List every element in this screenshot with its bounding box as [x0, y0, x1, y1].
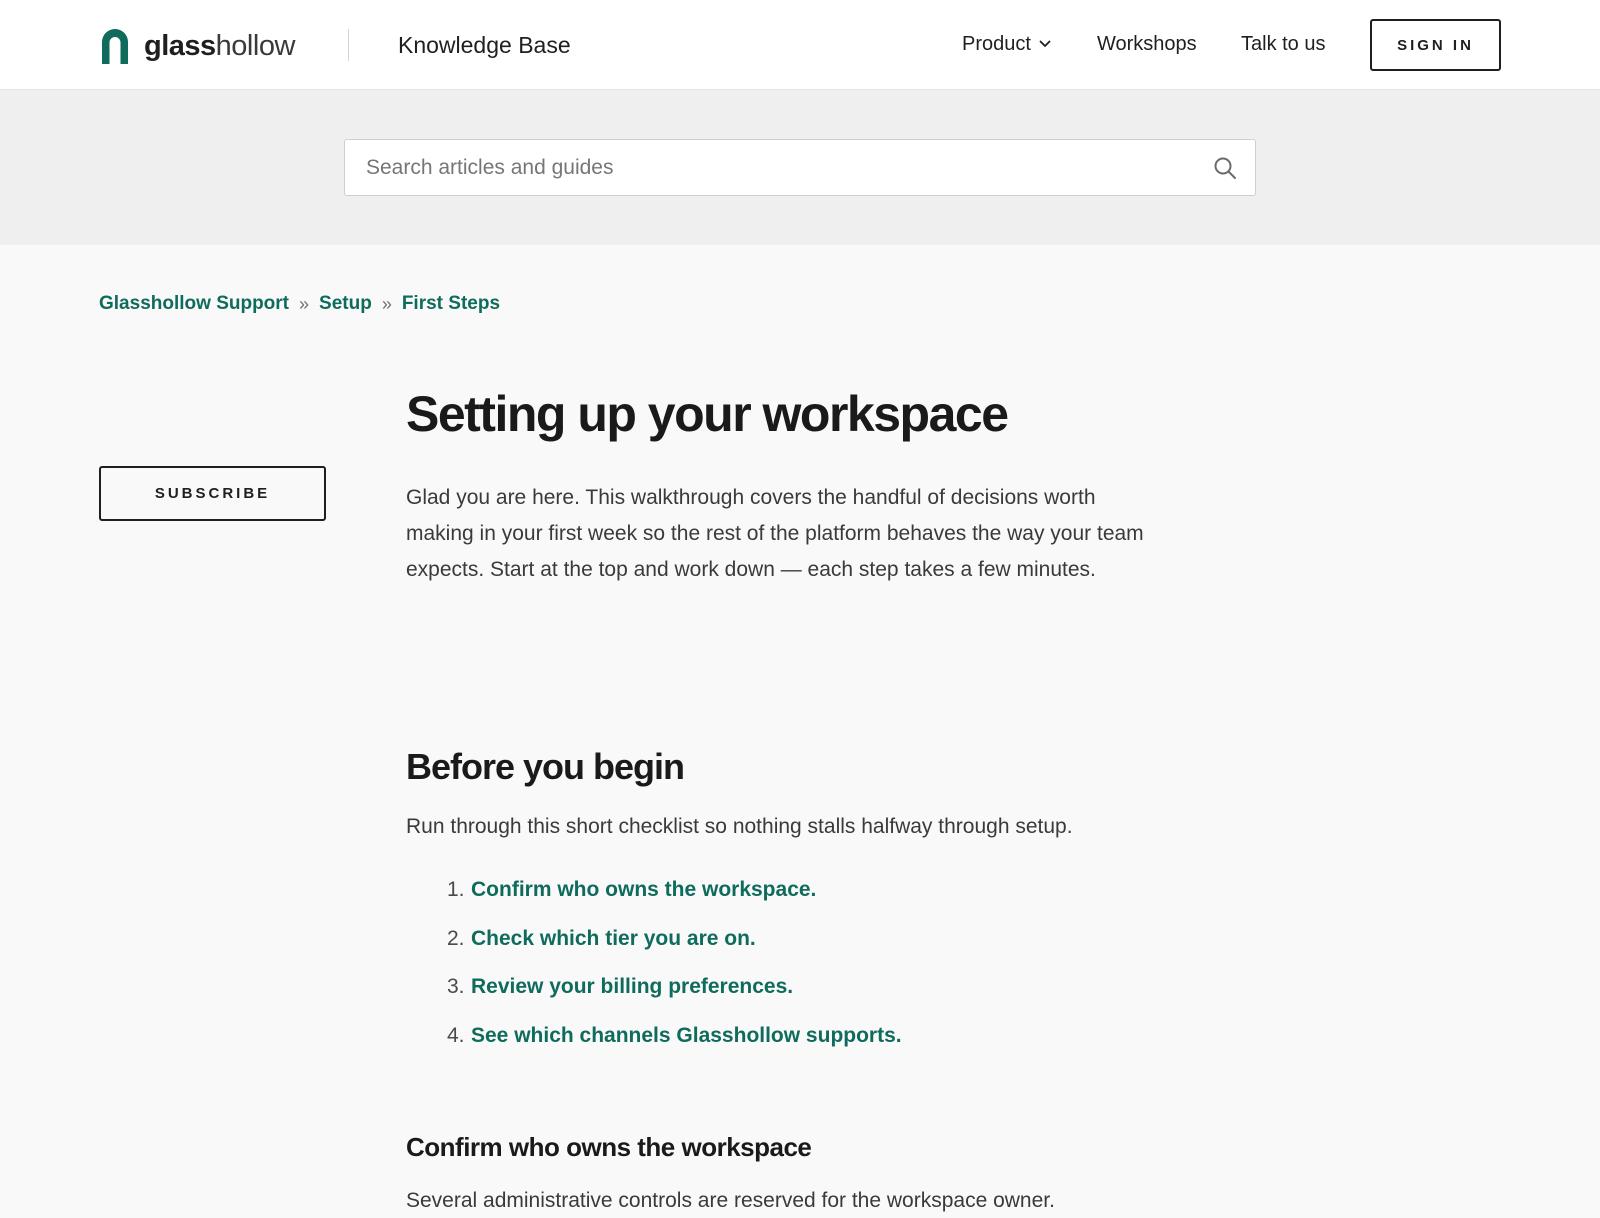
logo-wordmark-light: hollow: [215, 30, 296, 62]
checklist-link-channels[interactable]: See which channels Glasshollow supports.: [471, 1021, 902, 1051]
breadcrumb-glasshollow-support[interactable]: Glasshollow Support: [99, 291, 289, 317]
search-icon[interactable]: [1213, 156, 1237, 180]
section-heading-before-you-begin: Before you begin: [406, 746, 685, 787]
glasshollow-logo[interactable]: glasshollow: [100, 28, 295, 64]
subsection-heading-confirm-owner: Confirm who owns the workspace: [406, 1132, 812, 1162]
checklist-number: 2.: [447, 926, 465, 950]
checklist-item: 4. See which channels Glasshollow suppor…: [406, 1021, 902, 1070]
nav-product-label: Product: [962, 33, 1031, 55]
breadcrumb-separator: »: [299, 294, 310, 314]
checklist-number: 3.: [447, 975, 465, 998]
article-title: Setting up your workspace: [406, 386, 1009, 442]
subscribe-button[interactable]: SUBSCRIBE: [99, 466, 326, 521]
breadcrumb-first-steps[interactable]: First Steps: [402, 291, 500, 317]
nav-workshops-link[interactable]: Workshops: [1097, 29, 1197, 59]
checklist-link-check-tier[interactable]: Check which tier you are on.: [471, 924, 756, 954]
nav-talk-to-us-link[interactable]: Talk to us: [1241, 29, 1325, 59]
breadcrumb-setup[interactable]: Setup: [319, 291, 372, 317]
checklist-number: 1.: [447, 878, 465, 901]
checklist-item: 3. Review your billing preferences.: [406, 972, 902, 1021]
arch-logo-icon: [102, 29, 128, 64]
subsection-paragraph: Several administrative controls are rese…: [406, 1189, 1055, 1212]
checklist-number: 4.: [447, 1023, 465, 1047]
checklist-link-confirm-owner[interactable]: Confirm who owns the workspace.: [471, 875, 816, 905]
article-intro: Glad you are here. This walkthrough cove…: [406, 486, 1144, 581]
logo-wordmark: glasshollow: [144, 28, 295, 64]
breadcrumb-separator: »: [381, 294, 392, 314]
checklist-item: 1. Confirm who owns the workspace.: [406, 875, 902, 924]
search-input[interactable]: [345, 140, 1195, 195]
chevron-down-icon: [1039, 40, 1051, 47]
search-box: [344, 139, 1256, 196]
checklist-link-billing[interactable]: Review your billing preferences.: [471, 972, 793, 1002]
checklist-item: 2. Check which tier you are on.: [406, 924, 902, 973]
breadcrumb: Glasshollow Support » Setup » First Step…: [99, 291, 500, 317]
logo-wordmark-bold: glass: [144, 30, 216, 62]
checklist: 1. Confirm who owns the workspace. 2. Ch…: [406, 875, 902, 1069]
search-band: [0, 90, 1600, 245]
nav-product-menu[interactable]: Product: [962, 29, 1051, 59]
header-divider: [348, 29, 349, 61]
sign-in-button[interactable]: SIGN IN: [1370, 19, 1501, 71]
section-lead: Run through this short checklist so noth…: [406, 815, 1073, 838]
knowledge-base-title[interactable]: Knowledge Base: [398, 30, 571, 60]
site-header: glasshollow Knowledge Base Product Works…: [0, 0, 1600, 90]
